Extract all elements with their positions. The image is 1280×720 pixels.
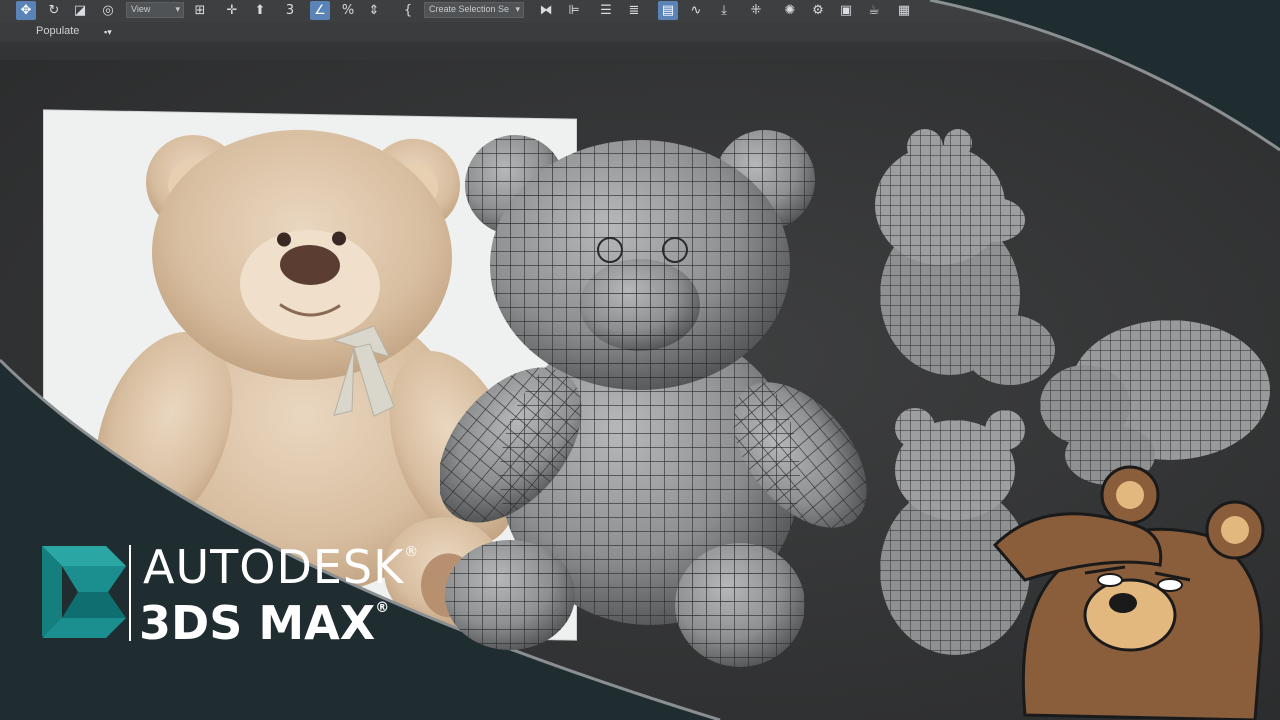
- cartoon-bear-character: [992, 465, 1265, 720]
- wireframe-bear-model-front[interactable]: [440, 125, 880, 685]
- brand-company: AUTODESK®: [143, 540, 420, 594]
- video-thumbnail: ✥ ↻ ◪ ◎ View ⊞ ✛ ⬆ 3 ∠ % ⇕ { Create Sele…: [0, 0, 1280, 720]
- brand-divider: [129, 545, 131, 641]
- 3ds-max-logo-icon: [42, 546, 126, 638]
- brand-product: 3DS MAX®: [139, 596, 390, 650]
